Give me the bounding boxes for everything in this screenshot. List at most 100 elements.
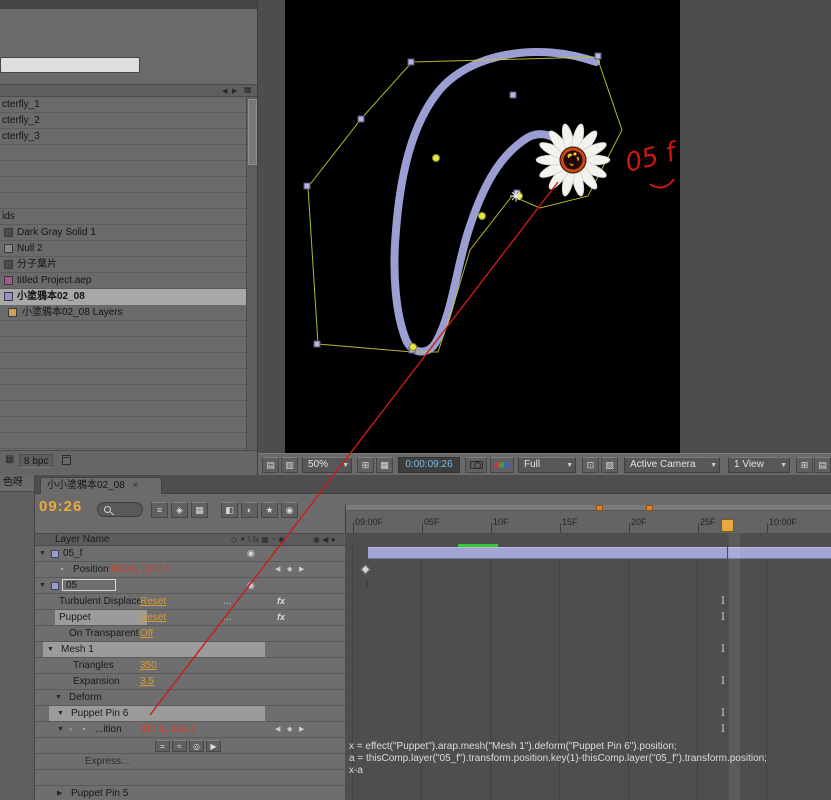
- add-keyframe-icon[interactable]: ◆: [287, 722, 292, 737]
- group-row-deform[interactable]: ▼ Deform: [35, 690, 345, 706]
- layer-row-05f[interactable]: ▼ 05_f ◉: [35, 546, 345, 562]
- hide-shy-icon[interactable]: ▦: [191, 502, 208, 518]
- pick-whip-icon[interactable]: ◎: [189, 740, 204, 752]
- project-scrollbar-thumb[interactable]: [248, 99, 257, 165]
- on-transparent-value[interactable]: Off: [140, 626, 153, 641]
- project-item-selected[interactable]: 小塗鴉本02_08: [0, 289, 246, 305]
- magnify-icon[interactable]: ▥: [281, 457, 298, 473]
- work-area-marker[interactable]: [596, 505, 603, 511]
- pin-position-value[interactable]: 317.1, 263.1: [140, 722, 196, 737]
- effect-row-puppet[interactable]: Puppet Reset ... fx: [35, 610, 345, 626]
- project-item[interactable]: 分子葉片: [0, 257, 246, 273]
- project-search-field[interactable]: [0, 57, 140, 73]
- keyframe-marker[interactable]: I: [721, 613, 725, 623]
- camera-view-dropdown[interactable]: Active Camera▼: [624, 457, 720, 473]
- keyframe-marker[interactable]: I: [721, 677, 725, 687]
- region-of-interest-icon[interactable]: ⊡: [582, 457, 599, 473]
- property-row-triangles[interactable]: Triangles 350: [35, 658, 345, 674]
- group-row-puppet-pin-6[interactable]: ▼ Puppet Pin 6: [35, 706, 345, 722]
- composition-canvas[interactable]: [285, 0, 680, 453]
- project-scrollbar[interactable]: [246, 97, 258, 450]
- next-keyframe-icon[interactable]: ▶: [299, 562, 304, 577]
- zoom-dropdown[interactable]: 50%▼: [302, 457, 352, 473]
- property-row-position[interactable]: ◔ Position 992.6, 1177.1 ◀ ◆ ▶: [35, 562, 345, 578]
- motion-blur-icon[interactable]: ◐: [241, 502, 258, 518]
- expression-enable-icon[interactable]: =: [155, 740, 170, 752]
- bpc-button[interactable]: 8 bpc: [19, 454, 53, 468]
- expression-label-row[interactable]: Express...: [35, 754, 345, 770]
- property-row-pin-position[interactable]: ▼ ▫ ◔ ...ition 317.1, 263.1 ◀ ◆ ▶: [35, 722, 345, 738]
- frame-blend-icon[interactable]: ◧: [221, 502, 238, 518]
- stopwatch-icon[interactable]: ◔: [59, 562, 64, 577]
- project-item[interactable]: ids: [2, 209, 248, 225]
- grid-guides-icon[interactable]: ⊞: [357, 457, 374, 473]
- current-time-indicator-handle[interactable]: [721, 519, 734, 532]
- keyframe-marker[interactable]: I: [721, 709, 725, 719]
- twirl-open-icon[interactable]: ▼: [39, 578, 46, 593]
- expression-line-1[interactable]: x = effect("Puppet").arap.mesh("Mesh 1")…: [349, 741, 677, 752]
- layer-row-05[interactable]: ▼ 05 ◉: [35, 578, 345, 594]
- channel-icon[interactable]: [490, 457, 514, 473]
- project-item[interactable]: cterfly_2: [2, 113, 248, 129]
- comp-mini-flowchart-icon[interactable]: ≡: [151, 502, 168, 518]
- view-layout-dropdown[interactable]: 1 View▼: [728, 457, 790, 473]
- layer-name-edit-box[interactable]: 05: [62, 579, 116, 591]
- fx-badge-icon[interactable]: fx: [277, 610, 285, 625]
- keyframe-icon[interactable]: [361, 565, 371, 575]
- position-value[interactable]: 992.6, 1177.1: [110, 562, 170, 577]
- flowchart-icon[interactable]: ▦: [5, 454, 14, 465]
- project-item[interactable]: 小塗鴉本02_08 Layers: [0, 305, 246, 321]
- vary-over-time-icon[interactable]: ▫: [69, 722, 72, 737]
- options-ellipsis[interactable]: ...: [223, 610, 231, 625]
- triangles-value[interactable]: 350: [140, 658, 157, 673]
- property-row-on-transparent[interactable]: On Transparent Off: [35, 626, 345, 642]
- twirl-closed-icon[interactable]: ▶: [57, 786, 62, 800]
- timeline-track-area[interactable]: I I I I I I I x = effect("Puppet").arap.…: [345, 533, 831, 800]
- project-item[interactable]: cterfly_1: [2, 97, 248, 113]
- resolution-dropdown[interactable]: Full▼: [518, 457, 576, 473]
- layer-name-column-header[interactable]: Layer Name: [55, 534, 109, 546]
- property-row-expansion[interactable]: Expansion 3.5: [35, 674, 345, 690]
- options-ellipsis[interactable]: ...: [223, 594, 231, 609]
- graph-editor-icon[interactable]: ◉: [281, 502, 298, 518]
- project-item[interactable]: cterfly_3: [2, 129, 248, 145]
- timeline-search-input[interactable]: [97, 502, 143, 517]
- twirl-open-icon[interactable]: ▼: [39, 546, 46, 561]
- project-item[interactable]: Dark Gray Solid 1: [0, 225, 246, 241]
- puppet-mesh-outline[interactable]: [308, 57, 622, 352]
- close-icon[interactable]: ×: [133, 480, 139, 491]
- column-scroll-right-icon[interactable]: ▶: [232, 86, 237, 97]
- expression-menu-icon[interactable]: ▶: [206, 740, 221, 752]
- timeline-tab[interactable]: 小小塗鴉本02_08 ×: [40, 477, 162, 494]
- left-panel-tab[interactable]: 色呀: [0, 475, 35, 492]
- transparency-grid-icon[interactable]: ▨: [601, 457, 618, 473]
- keyframe-marker[interactable]: I: [721, 645, 725, 655]
- twirl-open-icon[interactable]: ▼: [55, 690, 62, 705]
- fast-preview-icon[interactable]: ▤: [814, 457, 831, 473]
- keyframe-marker[interactable]: I: [721, 597, 725, 607]
- next-keyframe-icon[interactable]: ▶: [299, 722, 304, 737]
- trash-icon[interactable]: [62, 455, 71, 465]
- column-options-icon[interactable]: ▦: [244, 85, 252, 94]
- reset-link[interactable]: Reset: [140, 594, 166, 609]
- stopwatch-icon[interactable]: ◔: [81, 722, 86, 737]
- mask-visibility-icon[interactable]: ▦: [376, 457, 393, 473]
- current-time-display[interactable]: 09:26: [39, 498, 82, 515]
- eye-icon[interactable]: ◉: [247, 578, 255, 593]
- prev-keyframe-icon[interactable]: ◀: [275, 722, 280, 737]
- expression-graph-icon[interactable]: ≈: [172, 740, 187, 752]
- layer-duration-bar[interactable]: [368, 547, 831, 559]
- twirl-open-icon[interactable]: ▼: [57, 722, 64, 737]
- twirl-open-icon[interactable]: ▼: [47, 642, 54, 657]
- layer-color-chip[interactable]: [51, 582, 59, 590]
- add-keyframe-icon[interactable]: ◆: [287, 562, 292, 577]
- layer-color-chip[interactable]: [51, 550, 59, 558]
- group-row-puppet-pin-5[interactable]: ▶ Puppet Pin 5: [35, 786, 345, 800]
- work-area-marker[interactable]: [646, 505, 653, 511]
- expression-line-3[interactable]: x-a: [349, 765, 363, 776]
- reset-link[interactable]: Reset: [140, 610, 166, 625]
- group-row-mesh-1[interactable]: ▼ Mesh 1: [35, 642, 345, 658]
- timeline-ruler[interactable]: 09:00F 05F 10F 15F 20F 25F 10:00F: [345, 505, 831, 533]
- column-scroll-left-icon[interactable]: ◀: [222, 86, 227, 97]
- expansion-value[interactable]: 3.5: [140, 674, 154, 689]
